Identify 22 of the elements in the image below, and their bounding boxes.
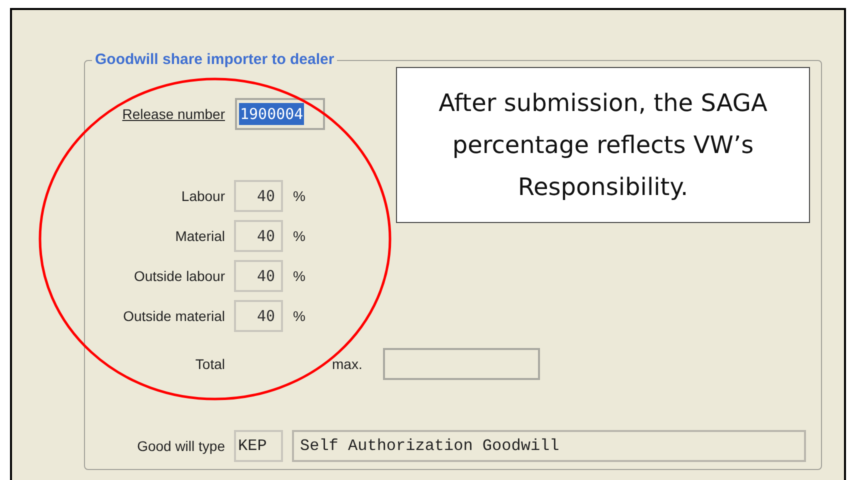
field-label: Release number bbox=[121, 104, 225, 124]
field-label: Outside labour bbox=[132, 266, 225, 286]
field-label: Labour bbox=[180, 186, 225, 206]
field-label: Total bbox=[194, 354, 225, 374]
field-label: Outside material bbox=[122, 306, 225, 326]
callout-text: After submission, the SAGA percentage reflects VW’s Responsibility. bbox=[438, 88, 768, 203]
field-label: max. bbox=[332, 354, 364, 374]
group-title: Goodwill share importer to dealer bbox=[92, 50, 338, 70]
input-field[interactable]: 40 bbox=[234, 260, 283, 292]
field-label: % bbox=[293, 266, 306, 286]
input-field[interactable]: 40 bbox=[234, 220, 283, 252]
input-field[interactable]: KEP bbox=[234, 430, 283, 462]
input-field[interactable] bbox=[383, 348, 540, 380]
field-label: % bbox=[293, 226, 306, 246]
field-label: Material bbox=[174, 226, 225, 246]
input-field[interactable]: Self Authorization Goodwill bbox=[292, 430, 806, 462]
field-label: % bbox=[293, 306, 306, 326]
release-number-field[interactable]: 1900004 bbox=[235, 98, 325, 130]
input-field[interactable]: 40 bbox=[234, 180, 283, 212]
field-label: % bbox=[293, 186, 306, 206]
input-field[interactable]: 40 bbox=[234, 300, 283, 332]
field-label: Good will type bbox=[136, 436, 225, 456]
